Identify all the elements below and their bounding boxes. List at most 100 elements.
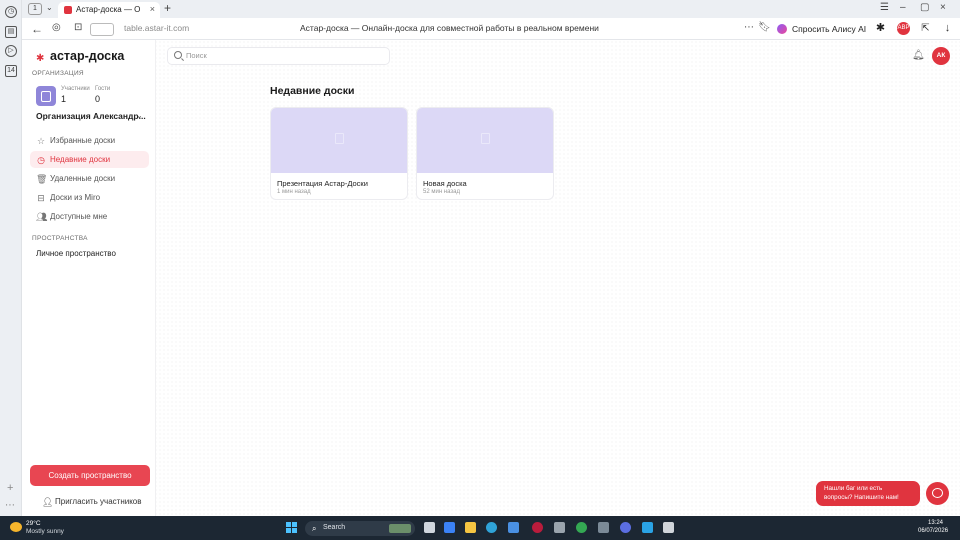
sidebar-item-label: Доступные мне: [50, 212, 108, 221]
sidebar-item-personal-space[interactable]: Личное пространство: [36, 249, 116, 258]
extension-icon[interactable]: ✱: [874, 22, 887, 35]
clock-date[interactable]: 06/07/2026: [918, 528, 948, 534]
download-icon[interactable]: ↓: [941, 22, 954, 35]
app-icon[interactable]: [620, 522, 631, 533]
participants-label: Участники: [61, 86, 90, 92]
windows-start-icon[interactable]: [286, 522, 298, 534]
telegram-icon[interactable]: [642, 522, 653, 533]
sidebar-item-deleted[interactable]: 🗑︎ Удаленные доски: [30, 170, 149, 187]
search-box[interactable]: [167, 47, 390, 65]
trash-icon: 🗑︎: [36, 174, 48, 184]
add-panel-icon[interactable]: +: [7, 482, 13, 494]
board-thumbnail: [271, 108, 407, 173]
bookmarks-icon[interactable]: ☰: [880, 2, 889, 13]
sidebar-item-shared[interactable]: 👥︎ Доступные мне: [30, 208, 149, 225]
app-canvas: ✱ астар-доска ОРГАНИЗАЦИЯ Участники 1 Го…: [22, 40, 960, 516]
org-section-label: ОРГАНИЗАЦИЯ: [32, 70, 84, 77]
adblock-icon[interactable]: ABP: [897, 22, 910, 35]
invite-button[interactable]: 👤︎ Пригласить участников: [42, 495, 142, 509]
search-input[interactable]: [186, 51, 376, 60]
share-icon[interactable]: ⇱: [919, 22, 932, 35]
sidebar-item-label: Недавние доски: [50, 155, 111, 164]
weather-description: Mostly sunny: [26, 528, 64, 535]
app-icon[interactable]: [598, 522, 609, 533]
alice-icon: [777, 24, 787, 34]
address-bar: ← ◎ ⊡ table.astar-it.com Астар-доска — О…: [22, 18, 960, 40]
file-explorer-icon[interactable]: [465, 522, 476, 533]
board-time: 1 мин назад: [277, 189, 311, 195]
sidebar-item-label: Избранные доски: [50, 136, 116, 145]
chat-icon[interactable]: [926, 482, 949, 505]
clock-icon: ◷: [37, 155, 45, 165]
sidebar-item-miro[interactable]: ⊟ Доски из Miro: [30, 189, 149, 206]
sidebar-item-recent[interactable]: ◷ Недавние доски: [30, 151, 149, 168]
board-name: Презентация Астар-Доски: [277, 179, 368, 188]
participants-count: 1: [61, 94, 67, 104]
board-card[interactable]: Презентация Астар-Доски 1 мин назад: [270, 107, 408, 200]
lock-icon[interactable]: ⊡: [74, 22, 82, 33]
browser-side-panel: ◷ ▤ ▷ 14 + ⋯: [0, 0, 22, 516]
store-icon[interactable]: [508, 522, 519, 533]
search-icon: ⌕: [312, 524, 317, 533]
history-icon[interactable]: ◷: [5, 6, 17, 18]
guests-count: 0: [95, 94, 101, 104]
star-icon: ☆: [36, 136, 46, 146]
board-placeholder-icon: [335, 133, 344, 144]
invite-label: Пригласить участников: [55, 497, 142, 506]
collections-icon[interactable]: ▤: [5, 26, 17, 38]
page-heading: Недавние доски: [270, 85, 355, 97]
sidebar-item-favorites[interactable]: ☆ Избранные доски: [30, 132, 149, 149]
close-tab-icon[interactable]: ×: [150, 4, 155, 14]
support-bubble[interactable]: Нашли баг или есть вопросы? Напишите нам…: [816, 481, 920, 506]
opera-icon[interactable]: [532, 522, 543, 533]
tab-active[interactable]: Астар-доска — Онлай ×: [58, 2, 160, 18]
logo[interactable]: астар-доска: [50, 49, 124, 63]
more-icon[interactable]: ⋯: [744, 22, 754, 33]
ask-alice-button[interactable]: Спросить Алису AI: [774, 21, 872, 37]
tab-list-chevron-icon[interactable]: ⌄: [46, 3, 53, 12]
edge-icon[interactable]: [486, 522, 497, 533]
board-thumbnail: [417, 108, 553, 173]
org-name: Организация Александр...: [36, 111, 146, 121]
close-window-icon[interactable]: ×: [940, 2, 946, 13]
sidebar-item-label: Доски из Miro: [50, 193, 101, 202]
chrome-icon[interactable]: [576, 522, 587, 533]
minimize-icon[interactable]: –: [900, 2, 906, 13]
users-icon: 👥︎: [36, 212, 48, 222]
maximize-icon[interactable]: ▢: [920, 2, 929, 13]
tab-title: Астар-доска — Онлай: [76, 5, 140, 14]
app-icon[interactable]: [663, 522, 674, 533]
site-info-icon[interactable]: [90, 23, 114, 36]
bookmark-icon[interactable]: 🔖︎: [758, 22, 771, 33]
board-card[interactable]: Новая доска 52 мин назад: [416, 107, 554, 200]
sidebar-item-label: Удаленные доски: [50, 174, 116, 183]
page-title: Астар-доска — Онлайн-доска для совместно…: [300, 23, 599, 33]
panel-settings-icon[interactable]: ⋯: [5, 500, 15, 511]
taskbar-search[interactable]: ⌕ Search: [305, 521, 415, 536]
board-name: Новая доска: [423, 179, 467, 188]
play-icon[interactable]: ▷: [5, 45, 17, 57]
url-field[interactable]: table.astar-it.com: [124, 23, 189, 33]
create-space-button[interactable]: Создать пространство: [30, 465, 150, 486]
app-icon[interactable]: [554, 522, 565, 533]
chevron-down-icon[interactable]: ⌄: [136, 111, 143, 120]
sidebar: ✱ астар-доска ОРГАНИЗАЦИЯ Участники 1 Го…: [22, 40, 156, 516]
add-user-icon: 👤︎: [42, 497, 54, 507]
back-icon[interactable]: ←: [31, 22, 43, 36]
clock-time[interactable]: 13:24: [928, 520, 943, 526]
calendar-icon[interactable]: 14: [5, 65, 17, 77]
board-placeholder-icon: [481, 133, 490, 144]
import-icon: ⊟: [37, 193, 45, 203]
bell-icon[interactable]: 🔔︎: [912, 50, 925, 61]
taskbar: 29°C Mostly sunny ⌕ Search 13:24 06/07/2…: [0, 516, 960, 540]
org-building-icon: [36, 86, 56, 106]
yandex-browser-icon[interactable]: [444, 522, 455, 533]
task-view-icon[interactable]: [424, 522, 435, 533]
avatar[interactable]: АК: [932, 47, 950, 65]
new-tab-icon[interactable]: +: [164, 1, 171, 15]
spaces-section-label: ПРОСТРАНСТВА: [32, 235, 88, 242]
tab-counter[interactable]: 1: [28, 3, 42, 15]
search-highlight-icon: [389, 524, 411, 533]
protect-icon[interactable]: ◎: [52, 22, 61, 33]
weather-sun-icon[interactable]: [10, 522, 22, 532]
